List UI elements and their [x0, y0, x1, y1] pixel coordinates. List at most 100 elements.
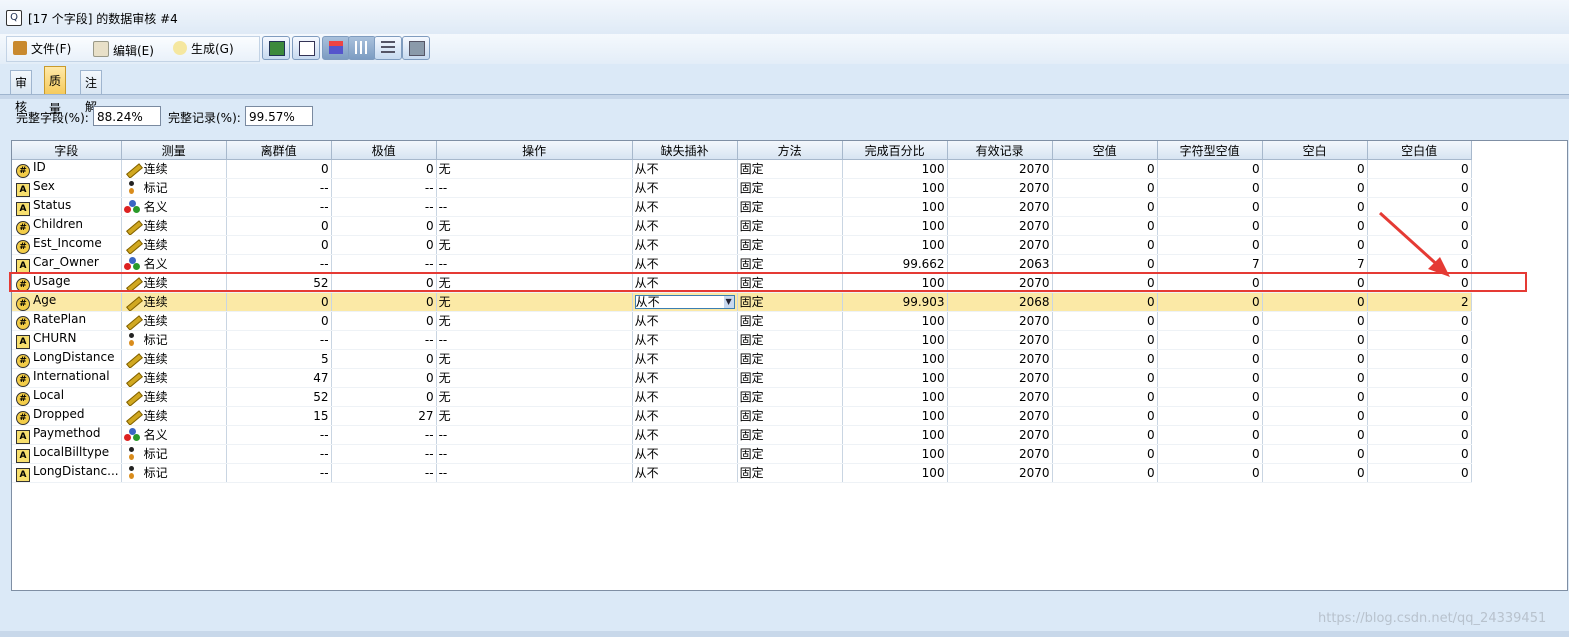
cell-impute[interactable]: 从不 ▼	[632, 292, 738, 312]
column-header-action[interactable]: 操作	[436, 141, 633, 160]
field-name: Local	[33, 388, 65, 402]
cell-impute[interactable]: 从不	[632, 273, 738, 293]
column-header-method[interactable]: 方法	[737, 141, 843, 160]
cell-impute[interactable]: 从不	[632, 197, 738, 217]
table-row[interactable]: # Age 连续 0 0 无从不 ▼ 固定 99.903 2068 0 0 0 2	[12, 292, 1472, 312]
cell-action[interactable]: 无	[436, 273, 633, 293]
column-header-impute[interactable]: 缺失插补	[632, 141, 738, 160]
table-row[interactable]: A Sex 标记 -- -- -- 从不 固定 100 2070 0 0 0 0	[12, 178, 1472, 198]
cell-method[interactable]: 固定	[737, 178, 843, 198]
cell-action[interactable]: --	[436, 254, 633, 274]
table-row[interactable]: # Est_Income 连续 0 0 无从不 固定 100 2070 0 0 0 0	[12, 235, 1472, 255]
cell-action[interactable]: --	[436, 197, 633, 217]
cell-method[interactable]: 固定	[737, 330, 843, 350]
cell-impute[interactable]: 从不	[632, 387, 738, 407]
table-row[interactable]: # ID 连续 0 0 无从不 固定 100 2070 0 0 0 0	[12, 159, 1472, 179]
cell-impute[interactable]: 从不	[632, 178, 738, 198]
cell-action[interactable]: 无	[436, 311, 633, 331]
table-row[interactable]: A CHURN 标记 -- -- -- 从不 固定 100 2070 0 0 0 0	[12, 330, 1472, 350]
table-row[interactable]: # Dropped 连续 15 27 无从不 固定 100 2070 0 0 0 0	[12, 406, 1472, 426]
cell-action[interactable]: --	[436, 330, 633, 350]
cell-action[interactable]: 无	[436, 235, 633, 255]
cell-method[interactable]: 固定	[737, 368, 843, 388]
cell-impute[interactable]: 从不	[632, 368, 738, 388]
table-row[interactable]: # RatePlan 连续 0 0 无从不 固定 100 2070 0 0 0 0	[12, 311, 1472, 331]
cell-method[interactable]: 固定	[737, 197, 843, 217]
export-button[interactable]	[262, 36, 290, 60]
cell-impute[interactable]: 从不	[632, 349, 738, 369]
cell-impute[interactable]: 从不	[632, 425, 738, 445]
cell-method[interactable]: 固定	[737, 292, 843, 312]
cell-method[interactable]: 固定	[737, 273, 843, 293]
cell-action[interactable]: 无	[436, 406, 633, 426]
rows-button[interactable]	[374, 36, 402, 60]
continuous-icon	[124, 371, 143, 387]
sort-button[interactable]	[322, 36, 350, 60]
column-header-pct[interactable]: 完成百分比	[842, 141, 948, 160]
tab-quality[interactable]: 质量	[44, 66, 67, 116]
cell-pct: 100	[842, 349, 948, 369]
cell-impute[interactable]: 从不	[632, 159, 738, 179]
table-row[interactable]: # Children 连续 0 0 无从不 固定 100 2070 0 0 0 0	[12, 216, 1472, 236]
column-header-extreme[interactable]: 极值	[331, 141, 437, 160]
columns-button[interactable]	[348, 36, 376, 60]
cell-action[interactable]: --	[436, 178, 633, 198]
cell-impute[interactable]: 从不	[632, 330, 738, 350]
cell-action[interactable]: 无	[436, 387, 633, 407]
cell-impute[interactable]: 从不	[632, 444, 738, 464]
cell-method[interactable]: 固定	[737, 387, 843, 407]
cell-method[interactable]: 固定	[737, 463, 843, 483]
cell-action[interactable]: 无	[436, 159, 633, 179]
cell-action[interactable]: 无	[436, 292, 633, 312]
table-row[interactable]: # International 连续 47 0 无从不 固定 100 2070 0 0 0 0	[12, 368, 1472, 388]
cell-action[interactable]: --	[436, 425, 633, 445]
table-row[interactable]: # LongDistance 连续 5 0 无从不 固定 100 2070 0 0 0 0	[12, 349, 1472, 369]
menu-file[interactable]: 文件(F)	[13, 41, 71, 57]
cell-impute[interactable]: 从不	[632, 216, 738, 236]
table-row[interactable]: # Usage 连续 52 0 无从不 固定 100 2070 0 0 0 0	[12, 273, 1472, 293]
print-button[interactable]	[292, 36, 320, 60]
cell-impute[interactable]: 从不	[632, 254, 738, 274]
numeric-type-icon: #	[16, 221, 30, 235]
cell-measure: 连续	[121, 216, 227, 236]
cell-method[interactable]: 固定	[737, 444, 843, 464]
cell-method[interactable]: 固定	[737, 311, 843, 331]
cell-method[interactable]: 固定	[737, 254, 843, 274]
cell-impute[interactable]: 从不	[632, 406, 738, 426]
cell-action[interactable]: --	[436, 463, 633, 483]
table-row[interactable]: A Paymethod 名义 -- -- -- 从不 固定 100 2070 0 0 0 0	[12, 425, 1472, 445]
column-header-blankval[interactable]: 空白值	[1367, 141, 1472, 160]
cell-method[interactable]: 固定	[737, 216, 843, 236]
cell-method[interactable]: 固定	[737, 159, 843, 179]
cell-action[interactable]: 无	[436, 216, 633, 236]
table-row[interactable]: A Car_Owner 名义 -- -- -- 从不 固定 99.662 2063 0 7 7 0	[12, 254, 1472, 274]
column-header-blank[interactable]: 空白	[1262, 141, 1368, 160]
column-header-strnull[interactable]: 字符型空值	[1157, 141, 1263, 160]
cell-action[interactable]: 无	[436, 368, 633, 388]
column-header-outlier[interactable]: 离群值	[226, 141, 332, 160]
cell-method[interactable]: 固定	[737, 235, 843, 255]
column-header-field[interactable]: 字段	[12, 141, 122, 160]
table-row[interactable]: A Status 名义 -- -- -- 从不 固定 100 2070 0 0 0 0	[12, 197, 1472, 217]
cell-method[interactable]: 固定	[737, 425, 843, 445]
column-header-measure[interactable]: 测量	[121, 141, 227, 160]
chevron-down-icon[interactable]: ▼	[723, 295, 734, 308]
cell-method[interactable]: 固定	[737, 406, 843, 426]
cell-impute[interactable]: 从不	[632, 235, 738, 255]
tab-annotations[interactable]: 注解	[80, 70, 103, 114]
cell-method[interactable]: 固定	[737, 349, 843, 369]
impute-dropdown[interactable]: 从不 ▼	[634, 294, 735, 309]
menu-edit[interactable]: 编辑(E)	[93, 41, 154, 58]
table-row[interactable]: # Local 连续 52 0 无从不 固定 100 2070 0 0 0 0	[12, 387, 1472, 407]
table-row[interactable]: A LocalBilltype 标记 -- -- -- 从不 固定 100 2070 0 0 0 0	[12, 444, 1472, 464]
cell-action[interactable]: 无	[436, 349, 633, 369]
column-header-valid[interactable]: 有效记录	[947, 141, 1053, 160]
column-header-null[interactable]: 空值	[1052, 141, 1158, 160]
cell-impute[interactable]: 从不	[632, 463, 738, 483]
cell-action[interactable]: --	[436, 444, 633, 464]
table-view-button[interactable]	[402, 36, 430, 60]
cell-impute[interactable]: 从不	[632, 311, 738, 331]
menu-generate[interactable]: 生成(G)	[173, 41, 234, 57]
table-row[interactable]: A LongDistanc... 标记 -- -- -- 从不 固定 100 2070 0 0 0 0	[12, 463, 1472, 483]
tab-audit[interactable]: 审核	[10, 70, 33, 114]
